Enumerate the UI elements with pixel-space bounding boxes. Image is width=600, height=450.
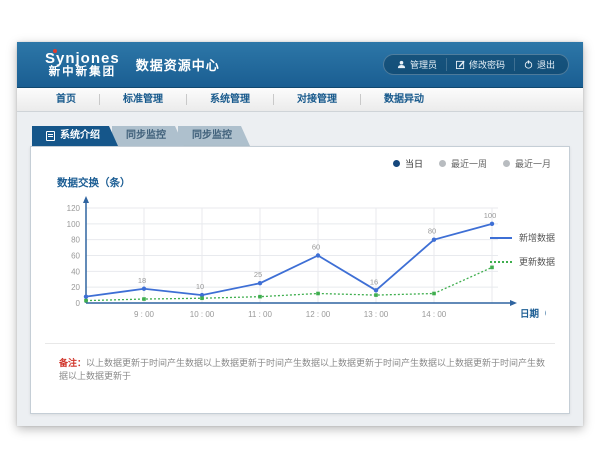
legend-label: 更新数据 [519, 255, 555, 268]
nav-item-interface-mgmt[interactable]: 对接管理 [274, 94, 361, 105]
x-axis-title: 日期（小时） [520, 308, 546, 320]
change-password-label: 修改密码 [469, 58, 505, 71]
nav-item-standard-mgmt[interactable]: 标准管理 [100, 94, 187, 105]
chart-panel: 当日 最近一周 最近一月 数据交换（条） 0 20 40 60 80 100 120 9 : … [30, 146, 570, 414]
radio-last-month[interactable]: 最近一月 [503, 157, 551, 170]
legend-item: 新增数据 [490, 231, 555, 244]
y-tick-label: 40 [71, 267, 80, 276]
chart-legend: 新增数据更新数据 [490, 231, 555, 279]
y-tick-label: 20 [71, 283, 80, 292]
x-tick-label: 14 : 00 [422, 310, 447, 319]
data-point [316, 292, 320, 296]
tab-system-intro[interactable]: 系统介绍 [32, 126, 118, 146]
radio-dot-icon [503, 160, 510, 167]
x-tick-label: 12 : 00 [306, 310, 331, 319]
radio-last-month-label: 最近一月 [515, 157, 551, 170]
admin-user-label: 管理员 [410, 58, 437, 71]
edit-icon [456, 60, 465, 69]
data-point-label: 80 [428, 227, 436, 236]
radio-today-label: 当日 [405, 157, 423, 170]
logo-text-en: Synjones [45, 51, 120, 66]
nav-item-system-mgmt[interactable]: 系统管理 [187, 94, 274, 105]
legend-line-sample-icon [490, 261, 512, 263]
tab-sync-monitor-1[interactable]: 同步监控 [112, 126, 184, 146]
page-title: 数据资源中心 [136, 55, 220, 74]
data-point [200, 296, 204, 300]
nav-item-data-change[interactable]: 数据异动 [361, 94, 447, 105]
time-range-filter: 当日 最近一周 最近一月 [393, 157, 551, 170]
logo: Synjones 新中新集团 [45, 51, 120, 79]
data-point-label: 10 [196, 282, 204, 291]
admin-user-button[interactable]: 管理员 [388, 58, 446, 71]
logo-text-cn: 新中新集团 [45, 66, 120, 79]
tab-bar: 系统介绍 同步监控 同步监控 [32, 126, 570, 146]
radio-dot-icon [393, 160, 400, 167]
x-tick-label: 9 : 00 [134, 310, 155, 319]
user-toolbar: 管理员 修改密码 退出 [383, 54, 569, 75]
radio-dot-icon [439, 160, 446, 167]
nav-item-home[interactable]: 首页 [33, 94, 100, 105]
footnote: 备注：以上数据更新于时间产生数据以上数据更新于时间产生数据以上数据更新于时间产生… [59, 357, 553, 383]
series-line-更新数据 [86, 267, 492, 300]
legend-label: 新增数据 [519, 231, 555, 244]
data-point [432, 292, 436, 296]
radio-last-week-label: 最近一周 [451, 157, 487, 170]
tab-system-intro-label: 系统介绍 [60, 126, 100, 146]
content-area: 系统介绍 同步监控 同步监控 当日 最近一周 [17, 112, 583, 414]
footnote-prefix: 备注： [59, 358, 86, 368]
y-axis-arrow-icon [83, 196, 89, 203]
x-axis-arrow-icon [510, 300, 517, 306]
data-point-label: 100 [484, 211, 497, 220]
legend-item: 更新数据 [490, 255, 555, 268]
data-point [374, 288, 378, 292]
logout-label: 退出 [537, 58, 555, 71]
y-axis-title: 数据交换（条） [57, 175, 131, 190]
line-chart: 0 20 40 60 80 100 120 9 : 00 10 : 00 11 : 00 12 : … [41, 191, 546, 346]
data-point [316, 253, 320, 257]
data-point-label: 60 [312, 243, 320, 252]
x-tick-label: 11 : 00 [248, 310, 272, 319]
logo-red-dot-icon [53, 49, 57, 53]
data-point [258, 295, 262, 299]
tab-sync-monitor-1-label: 同步监控 [126, 126, 166, 146]
data-point-label: 18 [138, 276, 146, 285]
y-tick-label: 80 [71, 236, 80, 245]
change-password-button[interactable]: 修改密码 [446, 58, 514, 71]
power-icon [524, 60, 533, 69]
divider [45, 343, 555, 344]
data-point [142, 287, 146, 291]
tab-sync-monitor-2[interactable]: 同步监控 [178, 126, 250, 146]
data-point [84, 299, 88, 303]
radio-today[interactable]: 当日 [393, 157, 423, 170]
y-tick-label: 0 [76, 299, 81, 308]
legend-line-sample-icon [490, 237, 512, 239]
data-point [374, 293, 378, 297]
line-chart-svg: 0 20 40 60 80 100 120 9 : 00 10 : 00 11 : 00 12 : … [41, 191, 546, 341]
data-point [258, 281, 262, 285]
y-tick-label: 60 [71, 252, 80, 261]
user-icon [397, 60, 406, 69]
logout-button[interactable]: 退出 [514, 58, 564, 71]
main-nav: 首页 标准管理 系统管理 对接管理 数据异动 [17, 88, 583, 112]
data-point [432, 237, 436, 241]
x-tick-label: 10 : 00 [190, 310, 215, 319]
data-point-label: 16 [370, 277, 378, 286]
x-tick-label: 13 : 00 [364, 310, 389, 319]
app-window: Synjones 新中新集团 数据资源中心 管理员 修改密码 退出 首页 标准管… [17, 42, 583, 426]
radio-last-week[interactable]: 最近一周 [439, 157, 487, 170]
data-point [142, 297, 146, 301]
header: Synjones 新中新集团 数据资源中心 管理员 修改密码 退出 [17, 42, 583, 88]
y-tick-label: 120 [67, 204, 81, 213]
data-point [84, 294, 88, 298]
footnote-text: 以上数据更新于时间产生数据以上数据更新于时间产生数据以上数据更新于时间产生数据以… [59, 358, 545, 381]
document-icon [46, 131, 55, 141]
y-tick-label: 100 [67, 220, 81, 229]
data-point-label: 25 [254, 270, 262, 279]
tab-sync-monitor-2-label: 同步监控 [192, 126, 232, 146]
data-point [490, 222, 494, 226]
